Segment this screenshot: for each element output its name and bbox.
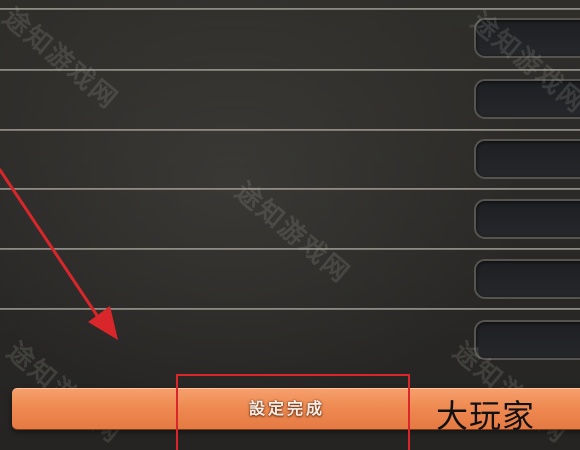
setting-value-slot[interactable] — [474, 79, 580, 119]
row-divider — [0, 8, 580, 10]
row-divider — [0, 69, 580, 71]
confirm-button-label: 設定完成 — [249, 399, 326, 418]
watermark: 途知游戏网 — [0, 2, 124, 116]
setting-value-slot[interactable] — [474, 320, 580, 360]
row-divider — [0, 248, 580, 250]
setting-value-slot[interactable] — [474, 18, 580, 58]
row-divider — [0, 308, 580, 310]
settings-screen: 途知游戏网 途知游戏网 途知游戏网 途知游戏网 途知游戏网 設定完成 大玩家 — [0, 0, 580, 450]
corner-logo: 大玩家 — [436, 397, 536, 435]
setting-value-slot[interactable] — [474, 199, 580, 239]
row-divider — [0, 129, 580, 131]
setting-value-slot[interactable] — [474, 139, 580, 179]
row-divider — [0, 188, 580, 190]
setting-value-slot[interactable] — [474, 259, 580, 299]
arrow-head — [88, 306, 118, 340]
